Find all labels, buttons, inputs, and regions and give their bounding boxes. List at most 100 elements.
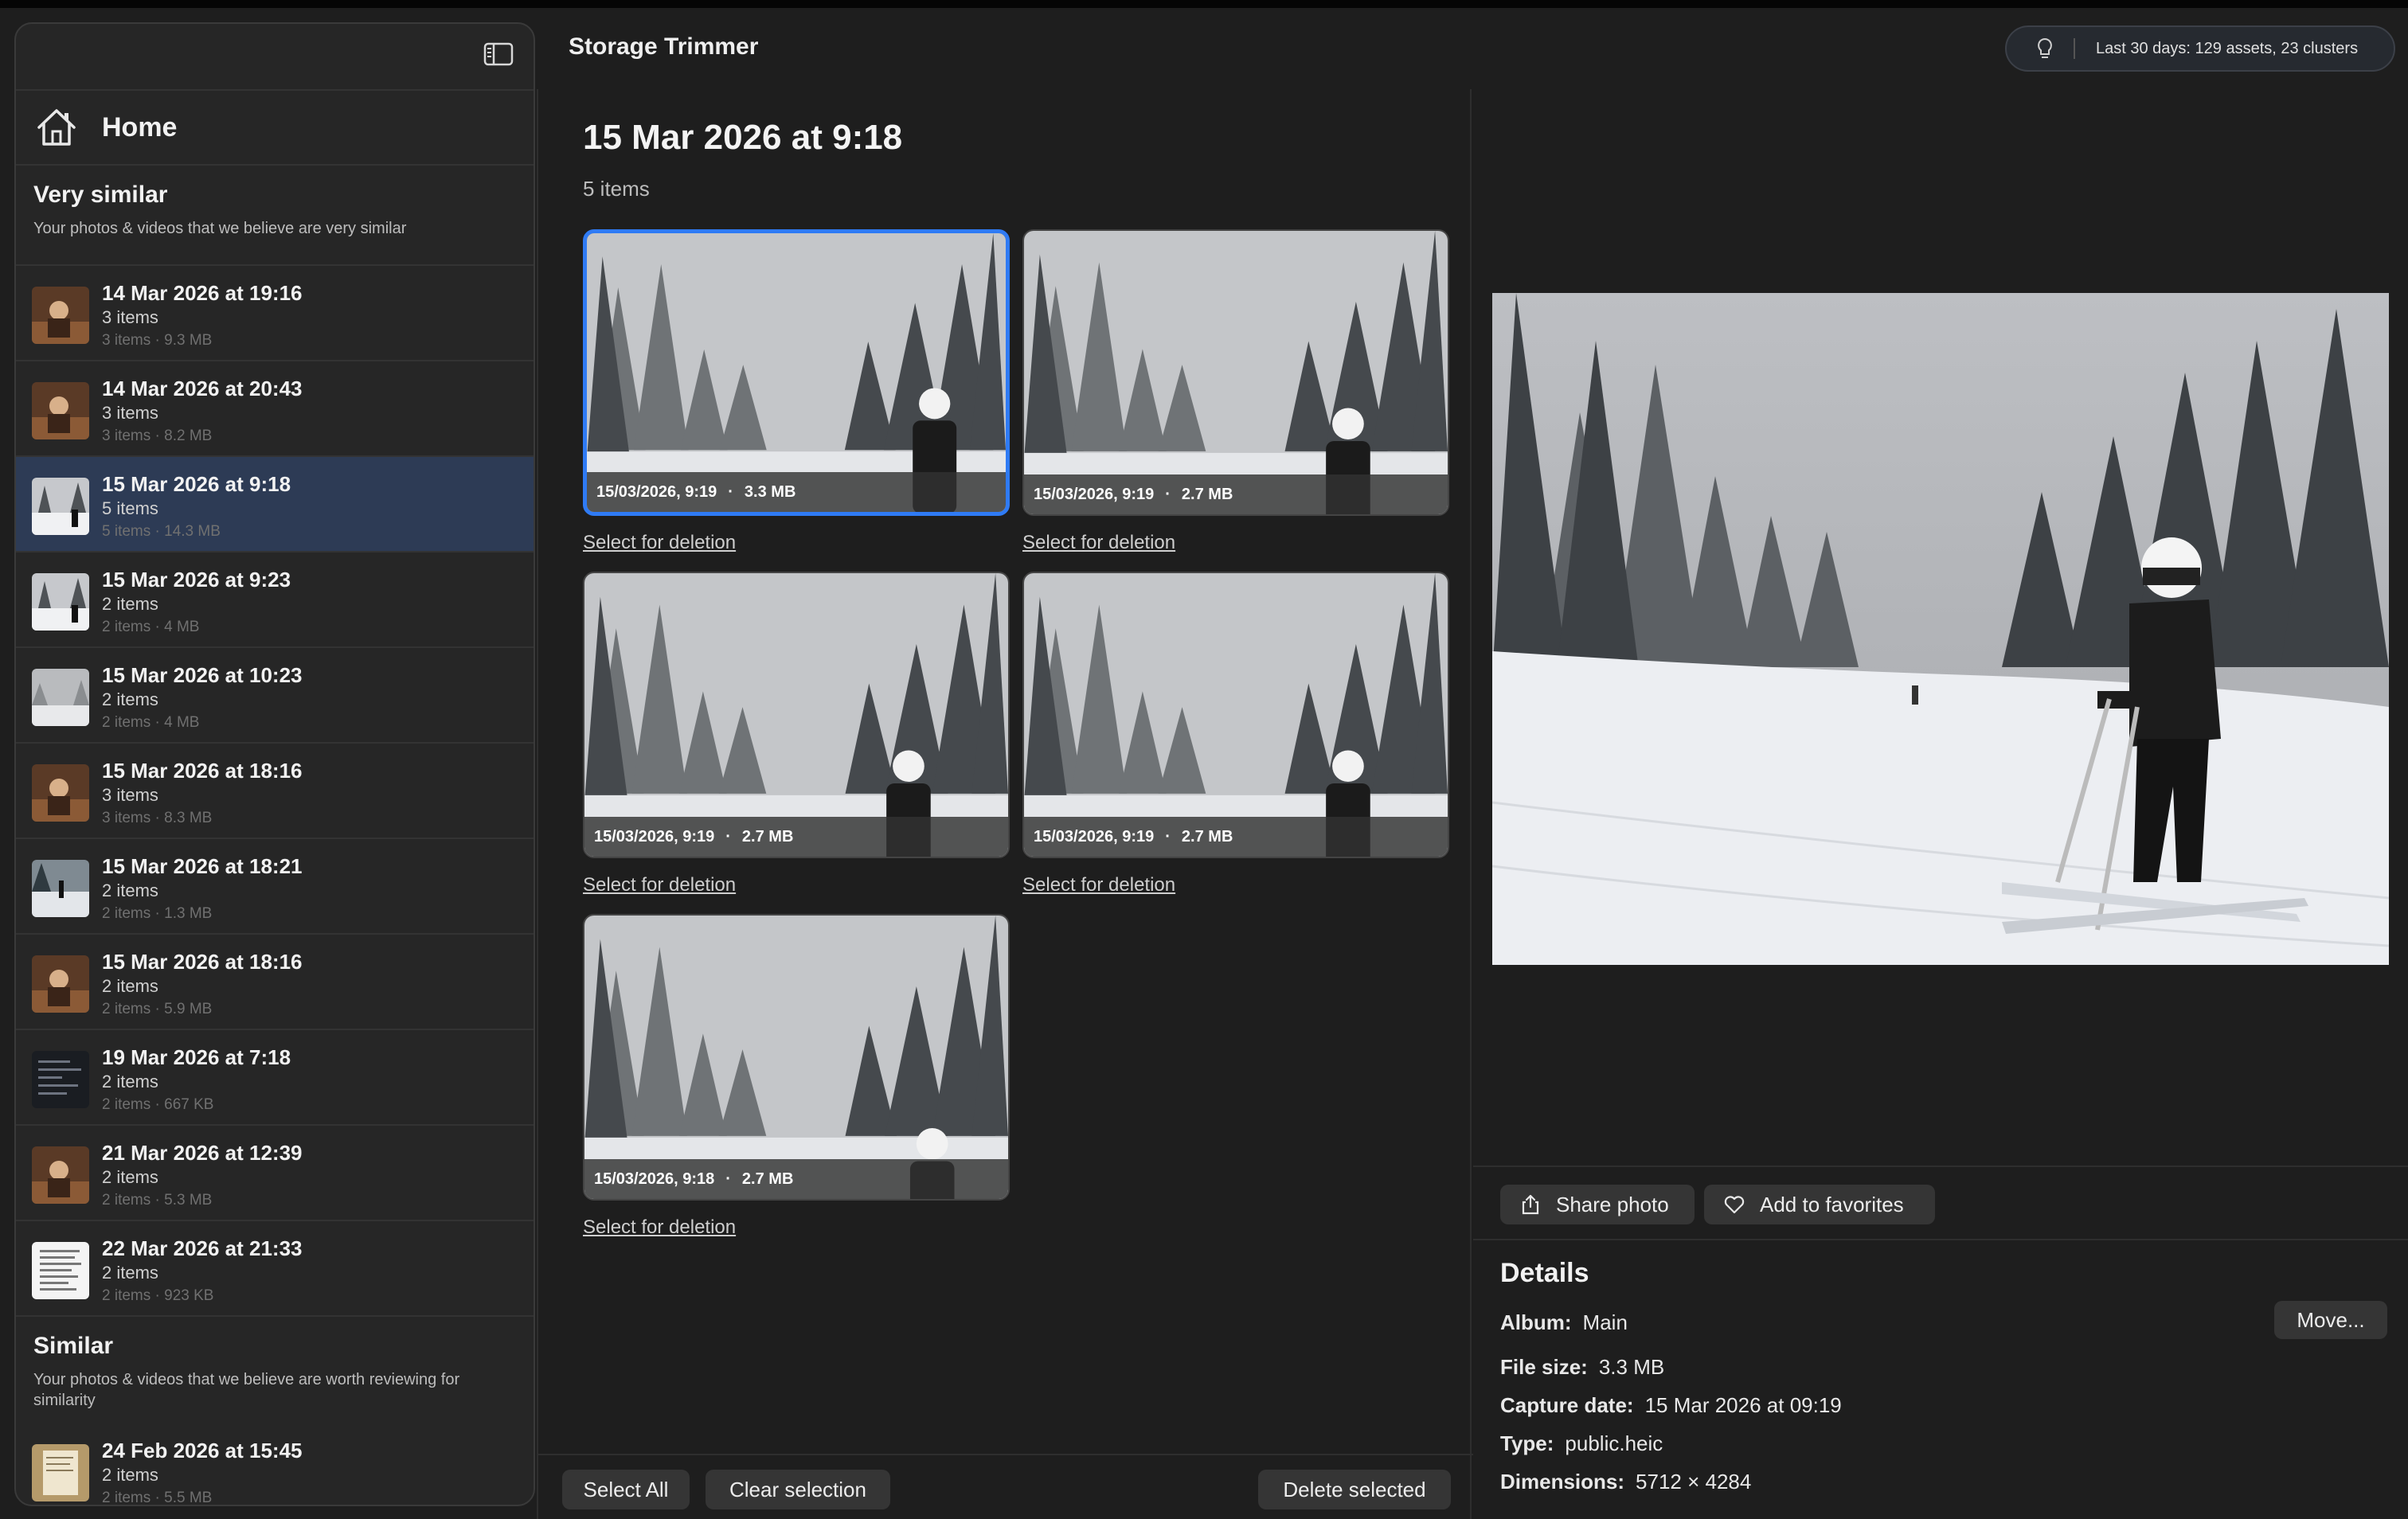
select-for-deletion-link[interactable]: Select for deletion <box>1022 874 1175 896</box>
cluster-meta-label: 2 items · 4 MB <box>102 619 200 635</box>
photo-date: 15/03/2026, 9:19 <box>594 827 715 845</box>
sidebar-cluster-item[interactable]: 15 Mar 2026 at 9:18 5 items 5 items · 14.3… <box>16 457 534 553</box>
cluster-meta-label: 2 items · 4 MB <box>102 714 200 731</box>
house-icon <box>37 109 76 146</box>
sidebar-cluster-item[interactable]: 21 Mar 2026 at 12:39 2 items 2 items · 5.3… <box>16 1126 534 1221</box>
cluster-text: 19 Mar 2026 at 7:18 2 items 2 items · 667 … <box>102 1045 291 1116</box>
cluster-thumbnail <box>32 1242 89 1299</box>
sidebar-toolbar <box>16 24 534 91</box>
photo-size: 2.7 MB <box>741 827 794 845</box>
detail-album: Album: Main <box>1500 1310 1628 1335</box>
sidebar-cluster-item[interactable]: 15 Mar 2026 at 9:23 2 items 2 items · 4 MB <box>16 553 534 648</box>
sidebar-cluster-item[interactable]: 14 Mar 2026 at 19:16 3 items 3 items · 9.3… <box>16 266 534 361</box>
cluster-thumbnail <box>32 669 89 726</box>
sidebar-cluster-item[interactable]: 24 Feb 2026 at 15:45 2 items 2 items · 5.5… <box>16 1423 534 1506</box>
clear-selection-button[interactable]: Clear selection <box>706 1470 890 1509</box>
select-for-deletion-link[interactable]: Select for deletion <box>1022 532 1175 554</box>
detail-label: Dimensions: <box>1500 1470 1625 1494</box>
detail-file-size: File size: 3.3 MB <box>1500 1355 1664 1380</box>
cluster-thumbnail <box>32 287 89 344</box>
select-all-button[interactable]: Select All <box>562 1470 690 1509</box>
cluster-count-label: 2 items <box>102 594 158 614</box>
photo-card[interactable]: 15/03/2026, 9:19 · 2.7 MB <box>1022 572 1449 858</box>
cluster-count-label: 2 items <box>102 689 158 709</box>
status-pill[interactable]: Last 30 days: 129 assets, 23 clusters <box>2005 25 2395 72</box>
select-for-deletion-link[interactable]: Select for deletion <box>583 1216 736 1239</box>
detail-value: 15 Mar 2026 at 09:19 <box>1644 1393 1842 1417</box>
add-to-favorites-button[interactable]: Add to favorites <box>1704 1185 1935 1224</box>
photo-caption: 15/03/2026, 9:19 · 2.7 MB <box>1024 474 1448 514</box>
photo-date: 15/03/2026, 9:19 <box>1034 485 1155 503</box>
cluster-thumbnail <box>32 955 89 1013</box>
very-similar-list: 14 Mar 2026 at 19:16 3 items 3 items · 9.3… <box>16 266 534 1317</box>
sidebar-cluster-item[interactable]: 15 Mar 2026 at 18:21 2 items 2 items · 1.3… <box>16 839 534 935</box>
cluster-meta-label: 2 items · 923 KB <box>102 1287 214 1304</box>
sidebar-cluster-item[interactable]: 22 Mar 2026 at 21:33 2 items 2 items · 923… <box>16 1221 534 1317</box>
cluster-count-label: 2 items <box>102 1465 158 1485</box>
cluster-text: 15 Mar 2026 at 18:16 3 items 3 items · 8.3… <box>102 758 303 830</box>
cluster-text: 22 Mar 2026 at 21:33 2 items 2 items · 923… <box>102 1236 303 1307</box>
cluster-text: 15 Mar 2026 at 9:18 5 items 5 items · 14.3… <box>102 471 291 543</box>
cluster-count-label: 3 items <box>102 785 158 805</box>
cluster-text: 15 Mar 2026 at 18:16 2 items 2 items · 5.9… <box>102 949 303 1021</box>
sidebar-cluster-item[interactable]: 19 Mar 2026 at 7:18 2 items 2 items · 667 … <box>16 1030 534 1126</box>
photo-card[interactable]: 15/03/2026, 9:18 · 2.7 MB <box>583 914 1010 1201</box>
cluster-count-label: 3 items <box>102 403 158 423</box>
details-title: Details <box>1500 1258 1589 1288</box>
section-title: Very similar <box>33 182 168 208</box>
heart-icon <box>1724 1196 1745 1214</box>
cluster-thumbnail <box>32 1444 89 1501</box>
cluster-title-label: 21 Mar 2026 at 12:39 <box>102 1141 303 1165</box>
cluster-meta-label: 3 items · 8.2 MB <box>102 428 213 444</box>
cluster-count-label: 2 items <box>102 976 158 996</box>
cluster-meta-label: 2 items · 5.3 MB <box>102 1192 213 1209</box>
detail-label: Album: <box>1500 1310 1572 1334</box>
detail-label: Type: <box>1500 1431 1554 1455</box>
sidebar-cluster-item[interactable]: 14 Mar 2026 at 20:43 3 items 3 items · 8.2… <box>16 361 534 457</box>
detail-panel: Share photo Add to favorites Details Alb… <box>1473 89 2408 1519</box>
cluster-thumbnail <box>32 764 89 822</box>
share-photo-button[interactable]: Share photo <box>1500 1185 1695 1224</box>
cluster-thumbnail <box>32 573 89 631</box>
caption-separator: · <box>1165 485 1171 503</box>
select-for-deletion-link[interactable]: Select for deletion <box>583 532 736 554</box>
caption-separator: · <box>1165 827 1171 845</box>
cluster-meta-label: 3 items · 9.3 MB <box>102 332 213 349</box>
delete-selected-button[interactable]: Delete selected <box>1258 1470 1451 1509</box>
photo-card[interactable]: 15/03/2026, 9:19 · 2.7 MB <box>1022 229 1449 516</box>
sidebar-cluster-item[interactable]: 15 Mar 2026 at 18:16 3 items 3 items · 8.3… <box>16 744 534 839</box>
cluster-count: 5 items <box>583 177 650 201</box>
sidebar-item-home[interactable]: Home <box>16 91 534 166</box>
photo-card[interactable]: 15/03/2026, 9:19 · 3.3 MB <box>583 229 1010 516</box>
move-button[interactable]: Move... <box>2274 1301 2387 1339</box>
detail-capture-date: Capture date: 15 Mar 2026 at 09:19 <box>1500 1393 1842 1418</box>
sidebar: Home Very similar Your photos & videos t… <box>14 22 535 1506</box>
detail-dimensions: Dimensions: 5712 × 4284 <box>1500 1470 1751 1494</box>
select-for-deletion-link[interactable]: Select for deletion <box>583 874 736 896</box>
caption-separator: · <box>725 827 731 845</box>
detail-value: public.heic <box>1565 1431 1663 1455</box>
cluster-title-label: 14 Mar 2026 at 19:16 <box>102 281 303 305</box>
photo-card[interactable]: 15/03/2026, 9:19 · 2.7 MB <box>583 572 1010 858</box>
status-text: Last 30 days: 129 assets, 23 clusters <box>2096 39 2359 57</box>
photo-size: 2.7 MB <box>741 1170 794 1188</box>
photo-caption: 15/03/2026, 9:19 · 3.3 MB <box>587 472 1006 512</box>
cluster-thumbnail <box>32 860 89 917</box>
cluster-meta-label: 3 items · 8.3 MB <box>102 810 213 826</box>
cluster-meta-label: 5 items · 14.3 MB <box>102 523 221 540</box>
cluster-panel: 15 Mar 2026 at 9:18 5 items 15/03/2026, … <box>537 89 1473 1519</box>
cluster-title-label: 22 Mar 2026 at 21:33 <box>102 1236 303 1260</box>
cluster-title-label: 14 Mar 2026 at 20:43 <box>102 377 303 400</box>
sidebar-toggle-icon[interactable] <box>483 38 514 70</box>
cluster-meta-label: 2 items · 5.9 MB <box>102 1001 213 1017</box>
very-similar-header: Very similar Your photos & videos that w… <box>16 166 534 266</box>
cluster-thumbnail <box>32 478 89 535</box>
photo-date: 15/03/2026, 9:19 <box>596 482 717 501</box>
photo-caption: 15/03/2026, 9:18 · 2.7 MB <box>584 1159 1008 1199</box>
cluster-meta-label: 2 items · 5.5 MB <box>102 1490 213 1506</box>
sidebar-cluster-item[interactable]: 15 Mar 2026 at 10:23 2 items 2 items · 4 M… <box>16 648 534 744</box>
photo-preview <box>1492 293 2389 965</box>
window-top-edge <box>0 0 2408 8</box>
cluster-text: 15 Mar 2026 at 18:21 2 items 2 items · 1.3… <box>102 853 303 925</box>
sidebar-cluster-item[interactable]: 15 Mar 2026 at 18:16 2 items 2 items · 5.9… <box>16 935 534 1030</box>
